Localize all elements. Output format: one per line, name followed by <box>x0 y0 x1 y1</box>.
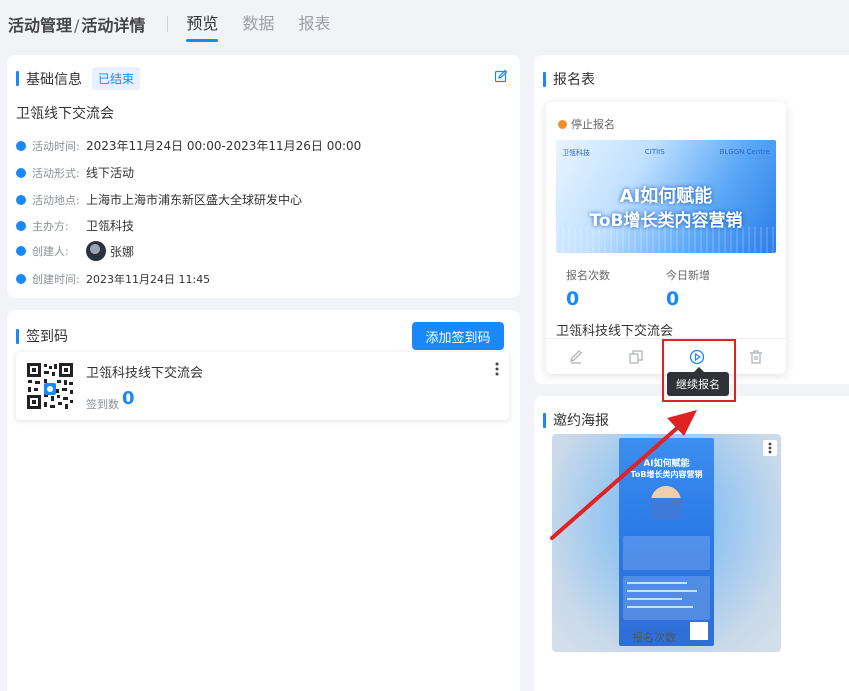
info-label: 活动地点: <box>32 193 80 207</box>
registration-title: 报名表 <box>553 72 595 88</box>
poster-line1: AI如何赋能 <box>643 459 690 469</box>
speaker-image <box>651 486 681 520</box>
logo-weiling: 卫瓴科技 <box>562 149 590 157</box>
info-label: 活动形式: <box>32 166 80 180</box>
poster-text-line <box>627 606 693 608</box>
grid-icon <box>16 167 26 178</box>
poster-text-line <box>627 582 687 584</box>
info-value: 2023年11月24日 11:45 <box>86 273 211 286</box>
banner-title-line1: AI如何赋能 <box>619 186 713 207</box>
logo-blggn: BLGGN Centre <box>719 148 770 156</box>
today-new-label: 今日新增 <box>666 269 710 282</box>
info-value: 线下活动 <box>86 166 135 180</box>
basic-info-card: 基础信息 已结束 卫瓴线下交流会 活动时间: 2023年11月24日 00:00… <box>7 55 520 298</box>
header-divider <box>167 16 169 32</box>
location-icon <box>16 194 26 205</box>
info-row-time: 活动时间: 2023年11月24日 00:00-2023年11月26日 00:0… <box>16 137 361 154</box>
logo-citiis: CITIIS <box>644 148 665 156</box>
section-bar <box>543 71 546 87</box>
status-badge: 已结束 <box>92 67 141 90</box>
checkin-header: 签到码 <box>16 326 68 346</box>
info-label: 创建人: <box>32 245 69 258</box>
page-header: 活动管理 / 活动详情 预览 数据 报表 <box>0 0 849 48</box>
avatar <box>86 241 106 261</box>
banner-pattern <box>556 227 776 253</box>
banner-logos: 卫瓴科技 CITIIS BLGGN Centre <box>562 148 770 158</box>
poster-text-line <box>627 598 682 600</box>
registration-header: 报名表 <box>543 69 595 89</box>
poster-panel <box>623 536 710 570</box>
today-new-value: 0 <box>666 288 680 310</box>
checkin-card: 签到码 添加签到码 卫瓴科技线下交流会 签到数 0 <box>7 310 520 691</box>
more-icon[interactable] <box>763 440 777 456</box>
event-name: 卫瓴线下交流会 <box>16 106 114 122</box>
more-icon[interactable] <box>495 362 499 376</box>
poster-line2: ToB增长类内容营销 <box>630 470 703 479</box>
poster-card: 邀约海报 AI如何赋能 ToB增长类内容营销 报名次数 <box>534 396 849 691</box>
info-label: 活动时间: <box>32 139 80 153</box>
checkin-item-title: 卫瓴科技线下交流会 <box>86 366 204 381</box>
section-bar <box>16 71 19 86</box>
info-value: 上海市上海市浦东新区盛大全球研发中心 <box>86 193 303 207</box>
invitation-poster: AI如何赋能 ToB增长类内容营销 <box>619 438 714 646</box>
checkin-count-label: 签到数 <box>86 398 119 411</box>
info-row-created-time: 创建时间: 2023年11月24日 11:45 <box>16 271 210 287</box>
info-row-creator: 创建人: 张娜 <box>16 241 134 261</box>
registration-name: 卫瓴科技线下交流会 <box>556 324 674 339</box>
add-checkin-code-button[interactable]: 添加签到码 <box>412 322 504 350</box>
info-row-organizer: 主办方: 卫瓴科技 <box>16 217 134 234</box>
breadcrumb-current: 活动详情 <box>81 16 146 35</box>
tab-preview[interactable]: 预览 <box>186 10 219 42</box>
tab-data[interactable]: 数据 <box>242 10 274 38</box>
info-value: 卫瓴科技 <box>86 219 135 233</box>
info-label: 创建时间: <box>32 273 80 286</box>
copy-icon[interactable] <box>628 349 644 365</box>
tab-report[interactable]: 报表 <box>298 10 330 38</box>
signup-count-label: 报名次数 <box>566 269 610 282</box>
status-dot <box>558 119 567 129</box>
section-bar <box>16 328 19 344</box>
basic-info-title: 基础信息 <box>26 71 82 88</box>
checkin-item[interactable]: 卫瓴科技线下交流会 签到数 0 <box>16 352 509 420</box>
registration-card: 报名表 停止报名 卫瓴科技 CITIIS BLGGN Centre AI如何赋能… <box>534 55 849 384</box>
delete-icon[interactable] <box>748 349 764 365</box>
info-row-location: 活动地点: 上海市上海市浦东新区盛大全球研发中心 <box>16 191 302 208</box>
edit-icon[interactable] <box>568 349 584 365</box>
poster-count-label: 报名次数 <box>632 631 676 644</box>
breadcrumb-parent[interactable]: 活动管理 <box>8 16 72 35</box>
info-row-format: 活动形式: 线下活动 <box>16 164 134 181</box>
breadcrumb-separator: / <box>74 16 80 35</box>
info-label: 主办方: <box>32 219 69 233</box>
basic-info-header: 基础信息 已结束 <box>16 67 141 90</box>
info-value: 2023年11月24日 00:00-2023年11月26日 00:00 <box>86 139 362 153</box>
checkin-title: 签到码 <box>26 329 68 345</box>
poster-header: 邀约海报 <box>543 410 609 430</box>
qr-code-icon <box>26 362 74 410</box>
group-icon <box>16 220 26 231</box>
poster-title: 邀约海报 <box>553 413 609 429</box>
signup-count-value: 0 <box>566 288 580 310</box>
clock-icon <box>16 274 26 284</box>
resume-registration-tooltip: 继续报名 <box>667 367 729 396</box>
poster-text-line <box>627 590 697 592</box>
registration-status: 停止报名 <box>558 116 615 132</box>
section-bar <box>543 412 546 428</box>
poster-preview[interactable]: AI如何赋能 ToB增长类内容营销 <box>552 434 781 652</box>
event-banner: 卫瓴科技 CITIIS BLGGN Centre AI如何赋能 ToB增长类内容… <box>556 140 776 253</box>
info-value: 张娜 <box>110 244 135 259</box>
registration-status-text: 停止报名 <box>571 118 615 131</box>
breadcrumb: 活动管理 / 活动详情 <box>8 12 145 36</box>
checkin-count-value: 0 <box>122 388 135 409</box>
registration-form-card[interactable]: 停止报名 卫瓴科技 CITIIS BLGGN Centre AI如何赋能 ToB… <box>546 102 786 374</box>
clock-icon <box>16 140 26 151</box>
edit-icon[interactable] <box>494 69 508 83</box>
user-icon <box>16 246 26 256</box>
